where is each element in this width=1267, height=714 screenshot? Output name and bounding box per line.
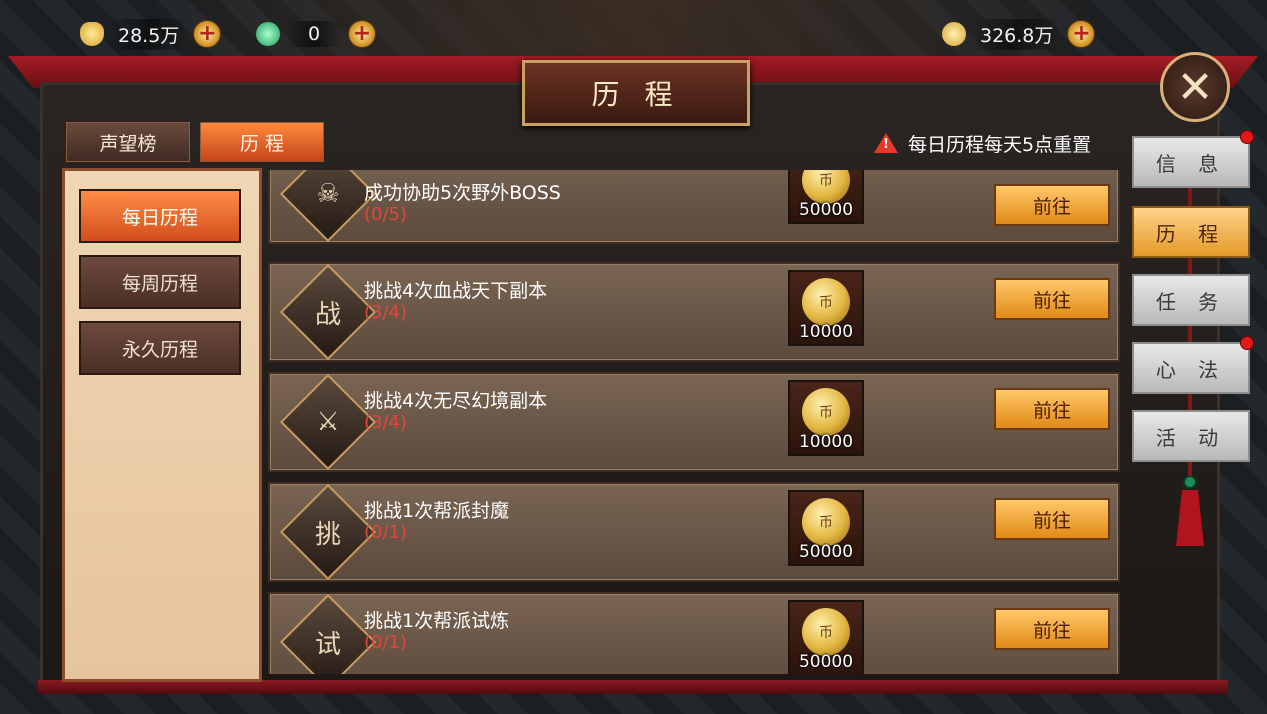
skull-icon: ☠ [279,170,377,243]
sword-icon: ⚔ [279,373,377,471]
notification-dot [1240,130,1254,144]
go-button[interactable]: 前往 [994,184,1110,226]
go-button[interactable]: 前往 [994,388,1110,430]
tassel-ornament [1176,476,1204,546]
jade-currency: 0 + [256,18,376,50]
task-title: 成功协助5次野外BOSS [364,182,561,204]
go-button[interactable]: 前往 [994,278,1110,320]
side-tab-journey[interactable]: 历 程 [1132,206,1250,258]
task-list[interactable]: ☠ 成功协助5次野外BOSS (0/5) 币 50000 前往 战 挑战4次血战… [264,170,1120,674]
coin-reward-icon: 币 [802,278,850,326]
add-jade-button[interactable]: + [348,20,376,48]
task-row: 战 挑战4次血战天下副本 (3/4) 币 10000 前往 [268,262,1120,362]
jade-value: 0 [286,21,342,47]
reset-notice: ! 每日历程每天5点重置 [874,128,1091,158]
reward-item[interactable]: 币 50000 [788,170,864,224]
reward-amount: 10000 [798,322,854,342]
sub-tab-panel: 每日历程 每周历程 永久历程 [62,168,262,682]
add-gold-ingot-button[interactable]: + [193,20,222,48]
task-title: 挑战1次帮派封魔 [364,500,510,522]
go-button[interactable]: 前往 [994,608,1110,650]
warning-icon: ! [874,133,898,153]
task-progress: (3/4) [364,412,408,433]
reward-item[interactable]: 币 10000 [788,380,864,456]
task-progress: (0/5) [364,204,408,225]
notification-dot [1240,336,1254,350]
sub-tab-weekly[interactable]: 每周历程 [79,255,241,309]
side-tab-tasks[interactable]: 任 务 [1132,274,1250,326]
task-progress: (0/1) [364,632,408,653]
side-tab-info[interactable]: 信 息 [1132,136,1250,188]
reward-item[interactable]: 币 50000 [788,490,864,566]
bottom-ribbon [38,680,1228,694]
add-coin-button[interactable]: + [1067,20,1096,48]
reward-amount: 10000 [798,432,854,452]
tab-journey[interactable]: 历 程 [200,122,324,162]
task-title: 挑战4次血战天下副本 [364,280,548,302]
go-button[interactable]: 前往 [994,498,1110,540]
trial-scroll-icon: 试 [279,593,377,674]
coin-icon [942,22,966,46]
side-tab-events[interactable]: 活 动 [1132,410,1250,462]
reward-amount: 50000 [798,652,854,672]
sub-tab-permanent[interactable]: 永久历程 [79,321,241,375]
jade-icon [256,22,280,46]
task-progress: (3/4) [364,302,408,323]
sub-tab-daily[interactable]: 每日历程 [79,189,241,243]
task-row: 试 挑战1次帮派试炼 (0/1) 币 50000 前往 [268,592,1120,674]
coin-reward-icon: 币 [802,170,850,204]
gold-ingot-icon [80,22,104,46]
coin-currency: 326.8万 + [942,18,1096,50]
close-button[interactable]: ✕ [1160,52,1230,122]
task-title: 挑战1次帮派试炼 [364,610,510,632]
tab-reputation[interactable]: 声望榜 [66,122,190,162]
reward-item[interactable]: 币 50000 [788,600,864,674]
coin-reward-icon: 币 [802,608,850,656]
reward-item[interactable]: 币 10000 [788,270,864,346]
task-title: 挑战4次无尽幻境副本 [364,390,548,412]
task-row: ☠ 成功协助5次野外BOSS (0/5) 币 50000 前往 [268,170,1120,244]
gold-ingot-value: 28.5万 [110,18,188,50]
task-progress: (0/1) [364,522,408,543]
coin-value: 326.8万 [972,18,1062,50]
scroll-icon: 战 [279,263,377,361]
challenge-scroll-icon: 挑 [279,483,377,581]
close-icon: ✕ [1176,61,1214,113]
reward-amount: 50000 [798,200,854,220]
coin-reward-icon: 币 [802,498,850,546]
task-row: ⚔ 挑战4次无尽幻境副本 (3/4) 币 10000 前往 [268,372,1120,472]
reward-amount: 50000 [798,542,854,562]
reset-notice-text: 每日历程每天5点重置 [908,133,1092,156]
task-row: 挑 挑战1次帮派封魔 (0/1) 币 50000 前往 [268,482,1120,582]
side-tab-mind-art[interactable]: 心 法 [1132,342,1250,394]
coin-reward-icon: 币 [802,388,850,436]
window-title: 历 程 [522,60,750,126]
gold-ingot-currency: 28.5万 + [80,18,222,50]
